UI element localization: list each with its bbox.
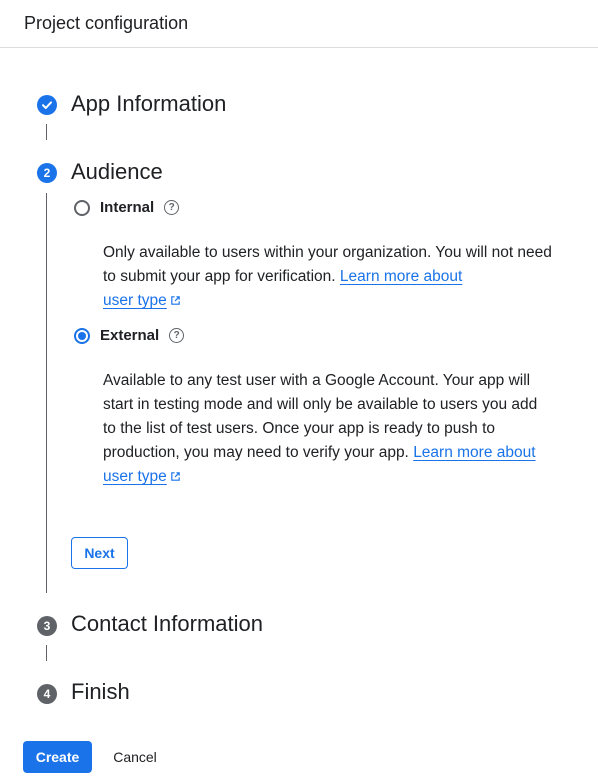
external-label[interactable]: External xyxy=(100,327,159,344)
external-option[interactable]: External ? xyxy=(74,327,185,344)
next-button[interactable]: Next xyxy=(71,537,128,569)
step-connector xyxy=(46,645,47,661)
page-title: Project configuration xyxy=(24,13,189,33)
check-icon xyxy=(37,95,57,115)
cancel-button[interactable]: Cancel xyxy=(104,741,166,773)
help-icon[interactable]: ? xyxy=(169,328,185,343)
external-description: Available to any test user with a Google… xyxy=(103,372,538,485)
learn-more-user-type-link[interactable]: Learn more about xyxy=(340,268,462,285)
step-connector xyxy=(46,124,47,140)
open-in-new-icon xyxy=(171,472,180,481)
step-number-badge: 2 xyxy=(37,163,57,183)
step-title-app-information[interactable]: App Information xyxy=(71,91,226,117)
step-title-contact-information[interactable]: Contact Information xyxy=(71,611,263,637)
step-number-badge: 4 xyxy=(37,684,57,704)
user-type-link[interactable]: user type xyxy=(103,292,167,309)
project-configuration-page: Project configuration App Information 2 … xyxy=(0,0,598,777)
page-header: Project configuration xyxy=(0,0,598,48)
step-title-finish[interactable]: Finish xyxy=(71,679,130,705)
help-icon[interactable]: ? xyxy=(164,200,180,215)
internal-label[interactable]: Internal xyxy=(100,199,154,216)
step-number-badge: 3 xyxy=(37,616,57,636)
external-radio[interactable] xyxy=(74,327,90,344)
create-button[interactable]: Create xyxy=(23,741,92,773)
step-title-audience[interactable]: Audience xyxy=(71,159,163,185)
internal-radio[interactable] xyxy=(74,199,90,216)
user-type-link[interactable]: user type xyxy=(103,468,167,485)
open-in-new-icon xyxy=(171,296,180,305)
learn-more-user-type-link[interactable]: Learn more about xyxy=(413,444,535,461)
internal-description: Only available to users within your orga… xyxy=(103,244,552,309)
step-connector xyxy=(46,193,47,593)
internal-option[interactable]: Internal ? xyxy=(74,199,180,216)
